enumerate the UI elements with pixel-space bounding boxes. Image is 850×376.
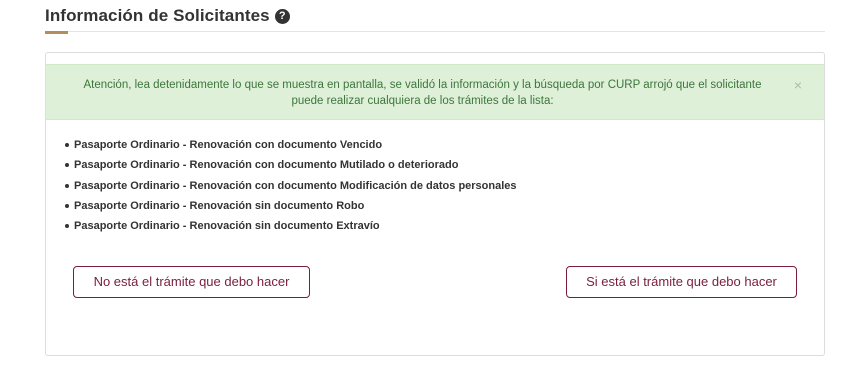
procedure-list: Pasaporte Ordinario - Renovación con doc… <box>63 137 517 238</box>
page-title: Información de Solicitantes <box>45 6 270 25</box>
success-alert: Atención, lea detenidamente lo que se mu… <box>46 64 824 120</box>
list-item: Pasaporte Ordinario - Renovación sin doc… <box>63 198 517 218</box>
list-item: Pasaporte Ordinario - Renovación con doc… <box>63 157 517 177</box>
alert-message: Atención, lea detenidamente lo que se mu… <box>83 79 762 107</box>
section-header: Información de Solicitantes ? <box>45 4 825 34</box>
title-accent-bar <box>45 31 68 34</box>
procedure-listed-button[interactable]: Si está el trámite que debo hacer <box>566 266 797 298</box>
procedure-not-listed-button[interactable]: No está el trámite que debo hacer <box>73 266 310 298</box>
applicant-info-panel: Atención, lea detenidamente lo que se mu… <box>45 52 825 356</box>
list-item: Pasaporte Ordinario - Renovación con doc… <box>63 178 517 198</box>
title-row: Información de Solicitantes ? <box>45 4 825 28</box>
list-item: Pasaporte Ordinario - Renovación con doc… <box>63 137 517 157</box>
title-divider <box>45 31 825 32</box>
close-icon[interactable]: × <box>794 77 802 93</box>
list-item: Pasaporte Ordinario - Renovación sin doc… <box>63 218 517 238</box>
help-icon[interactable]: ? <box>274 8 290 24</box>
